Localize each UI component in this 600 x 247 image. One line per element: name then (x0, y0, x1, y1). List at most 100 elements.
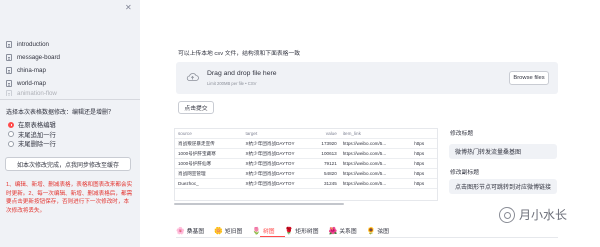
table-cell[interactable]: https (411, 151, 437, 156)
table-cell[interactable]: X抗少年团肖战DAYTOY (242, 161, 311, 167)
flower-icon: 🌸 (176, 227, 185, 235)
table-cell[interactable]: 肖战网宣管理 (175, 171, 242, 177)
table-cell[interactable]: 100613 (312, 151, 340, 156)
table-cell[interactable]: https://weibo.com/5... (340, 141, 411, 146)
document-icon (6, 67, 12, 74)
submit-button[interactable]: 点击提交 (178, 101, 214, 114)
edit-mode-radio-group: 在原表格编辑 末尾追加一行 末尾删除一行 (8, 120, 56, 149)
dropzone-title: Drag and drop file here (207, 70, 277, 77)
table-row: 1000号护肝宝藏寒 X抗少年团肖战DAYTOY 100613 https://… (175, 149, 437, 159)
table-cell[interactable]: 1000号护肝仙寒 (175, 161, 242, 167)
table-cell[interactable]: https (411, 181, 437, 186)
sidebar-item-world-map[interactable]: world-map (6, 77, 134, 90)
tab-treemap[interactable]: 🌹 矩形树图 (285, 226, 319, 236)
table-cell[interactable]: 肖战叛逆暴走宣传 (175, 141, 242, 147)
flower-icon: 🌺 (328, 227, 338, 235)
tab-track (176, 237, 558, 238)
table-cell[interactable]: https://weibo.com/5... (340, 151, 411, 156)
sidebar-item-label: world-map (17, 80, 46, 87)
flower-icon: 🌷 (252, 227, 261, 235)
table-cell[interactable]: 54820 (312, 171, 340, 176)
table-cell[interactable]: https://weibo.com/5... (340, 161, 411, 166)
active-tab-indicator (260, 236, 285, 238)
tab-label: 关系图 (339, 229, 357, 235)
radio-label: 末尾追加一行 (18, 131, 56, 139)
radio-icon[interactable] (8, 131, 14, 138)
instruction-note: 1、编辑、新增、删减表格，表格和图表改来都会实时更新。2、每一次编辑、新增、删减… (6, 182, 133, 215)
table-header: source target value item_link (175, 129, 437, 139)
tab-sunburst[interactable]: 🌼 矩旧图 (214, 226, 243, 236)
flower-icon: 🌼 (214, 227, 223, 235)
table-cell[interactable]: X抗少年团肖战DAYTOY (242, 141, 311, 147)
watermark-logo-icon (499, 206, 515, 223)
sidebar-item-introduction[interactable]: introduction (6, 38, 134, 51)
table-cell[interactable]: X抗少年团肖战DAYTOY (242, 151, 311, 157)
edit-mode-question: 选择本次表格数据修改：编辑还是增删？ (6, 110, 115, 116)
document-icon (6, 54, 12, 61)
radio-label: 末尾删除一行 (18, 141, 56, 149)
title-input[interactable]: 微博热门转发流量桑基图 (449, 144, 557, 159)
table-row: 1000号护肝仙寒 X抗少年团肖战DAYTOY 79121 https://we… (175, 159, 437, 169)
table-cell[interactable]: 1000号护肝宝藏寒 (175, 151, 242, 157)
table-cell[interactable]: https (411, 171, 437, 176)
table-cell[interactable]: 173920 (312, 141, 340, 146)
table-cell[interactable]: Duezhoc_ (175, 181, 242, 186)
chart-tabs: 🌸 桑基图 🌼 矩旧图 🌷 树图 🌹 矩形树图 🌺 关系图 🌻 弦图 (176, 226, 399, 236)
radio-icon[interactable] (8, 140, 14, 147)
sidebar-item-label: introduction (17, 41, 49, 48)
close-icon[interactable]: ✕ (125, 3, 132, 12)
radio-selected-icon[interactable] (8, 121, 14, 128)
browse-files-button[interactable]: Browse files (509, 71, 549, 85)
tab-label: 矩形树图 (295, 229, 319, 235)
table-row: 肖战网宣管理 X抗少年团肖战DAYTOY 54820 https://weibo… (175, 169, 437, 179)
tab-tree[interactable]: 🌷 树图 (252, 226, 274, 236)
table-row: Duezhoc_ X抗少年团肖战DAYTOY 31245 https://wei… (175, 179, 437, 189)
document-icon (6, 90, 12, 96)
table-row: 肖战叛逆暴走宣传 X抗少年团肖战DAYTOY 173920 https://we… (175, 139, 437, 149)
table-cell[interactable]: 79121 (312, 161, 340, 166)
subtitle-label: 修改副标题 (450, 170, 479, 176)
sidebar-item-china-map[interactable]: china-map (6, 64, 134, 77)
table-cell[interactable]: X抗少年团肖战DAYTOY (242, 181, 311, 187)
tab-graph[interactable]: 🌺 关系图 (328, 226, 357, 236)
file-dropzone[interactable]: Drag and drop file here Limit 200MB per … (176, 62, 558, 94)
flower-icon: 🌻 (366, 227, 376, 235)
table-cell[interactable]: https://weibo.com/5... (340, 181, 411, 186)
column-header[interactable]: value (312, 131, 340, 136)
table-cell[interactable]: X抗少年团肖战DAYTOY (242, 171, 311, 177)
document-icon (6, 80, 12, 87)
table-cell[interactable]: 31245 (312, 181, 340, 186)
cloud-upload-icon (186, 73, 199, 81)
sidebar-divider (0, 99, 140, 100)
tab-sankey[interactable]: 🌸 桑基图 (176, 226, 204, 236)
column-header[interactable]: source (175, 131, 242, 136)
table-cell[interactable]: https (411, 161, 437, 166)
watermark: 月小水长 (499, 206, 567, 223)
table-cell[interactable]: https://weibo.com/5... (340, 171, 411, 176)
data-table[interactable]: source target value item_link 肖战叛逆暴走宣传 X… (174, 128, 438, 201)
sync-cache-button[interactable]: 如本次修改完成，点我同步修改至缓存 (5, 157, 131, 171)
sidebar: ✕ introduction message-board china-map w… (0, 0, 140, 247)
table-cell[interactable]: https (411, 141, 437, 146)
table-horizontal-scrollbar[interactable] (174, 203, 344, 205)
radio-option-delete[interactable]: 末尾删除一行 (8, 139, 56, 149)
sidebar-item-label: animation-flow (17, 90, 57, 96)
watermark-text: 月小水长 (519, 208, 568, 222)
radio-option-edit[interactable]: 在原表格编辑 (8, 120, 56, 130)
radio-label: 在原表格编辑 (18, 122, 56, 130)
tab-label: 矩旧图 (224, 229, 243, 235)
title-label: 修改标题 (450, 131, 474, 137)
subtitle-input[interactable]: 点击图形节点可跳转到对应微博链接 (449, 179, 557, 194)
document-icon (6, 41, 12, 48)
sidebar-item-message-board[interactable]: message-board (6, 51, 134, 64)
tab-label: 弦图 (377, 229, 389, 235)
column-header[interactable]: item_link (340, 131, 411, 136)
sidebar-item-animation-flow[interactable]: animation-flow (6, 90, 134, 96)
dropzone-limit: Limit 200MB per file • CSV (207, 81, 257, 86)
sidebar-item-label: china-map (17, 67, 46, 74)
upload-title: 可以上传本地 csv 文件，结构须和下面表格一致 (178, 51, 301, 57)
sidebar-nav: introduction message-board china-map wor… (6, 38, 134, 96)
column-header[interactable]: target (242, 131, 311, 136)
radio-option-append[interactable]: 末尾追加一行 (8, 130, 56, 140)
tab-chord[interactable]: 🌻 弦图 (366, 226, 389, 236)
